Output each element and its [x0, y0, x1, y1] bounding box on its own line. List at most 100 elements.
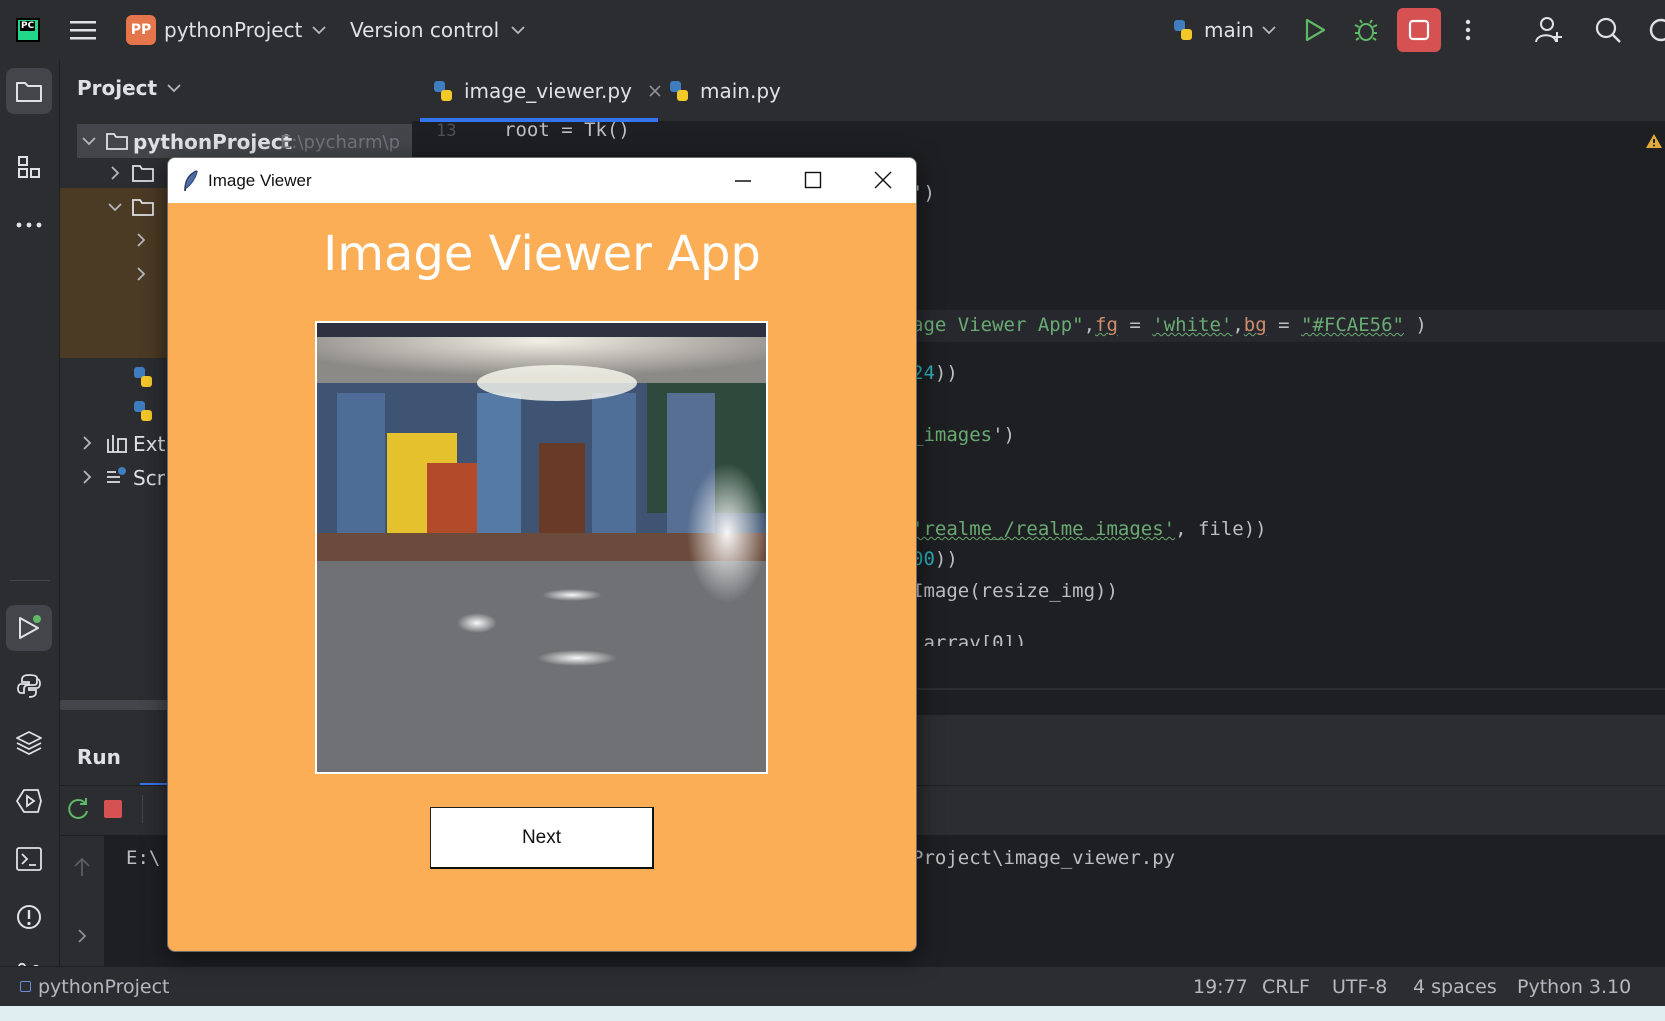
- project-name: pythonProject: [164, 18, 303, 42]
- horizontal-scrollbar[interactable]: [60, 700, 170, 710]
- terminal-icon: [16, 847, 42, 871]
- scratches-icon: [107, 467, 126, 483]
- chevron-right-icon[interactable]: [136, 233, 146, 247]
- code-line-last[interactable]: _array[0]): [912, 632, 1026, 646]
- code-line-font[interactable]: 24)): [912, 362, 958, 384]
- project-switcher[interactable]: PP pythonProject: [126, 0, 327, 60]
- chevron-right-icon[interactable]: [110, 166, 120, 180]
- services-button[interactable]: [6, 778, 52, 824]
- terminal-button[interactable]: [6, 836, 52, 882]
- stop-icon[interactable]: [103, 799, 123, 819]
- main-menu-icon[interactable]: [70, 0, 96, 60]
- more-actions-icon[interactable]: [1464, 0, 1472, 60]
- pycharm-logo[interactable]: PC: [16, 0, 40, 60]
- warning-circle-icon: [17, 905, 41, 929]
- pycharm-logo-text: PC: [20, 21, 36, 31]
- folder-icon: [132, 165, 154, 182]
- chevron-right-icon[interactable]: [136, 267, 146, 281]
- chevron-down-icon[interactable]: [108, 202, 122, 212]
- code-line-13[interactable]: root = Tk(): [504, 119, 630, 141]
- python-console-button[interactable]: [6, 663, 52, 709]
- status-project[interactable]: pythonProject: [38, 976, 169, 998]
- tree-external-libraries[interactable]: Ext: [133, 432, 165, 456]
- folder-icon: [106, 133, 128, 150]
- status-line-separator[interactable]: CRLF: [1262, 976, 1310, 998]
- layers-icon: [16, 731, 42, 756]
- python-console-icon: [17, 674, 41, 698]
- folder-icon: [16, 82, 42, 102]
- bug-icon: [1354, 19, 1378, 41]
- code-line-title[interactable]: age Viewer App",fg = 'white',bg = "#FCAE…: [912, 314, 1427, 336]
- version-control-label: Version control: [350, 18, 500, 42]
- python-icon: [1174, 20, 1192, 40]
- status-encoding[interactable]: UTF-8: [1332, 976, 1387, 998]
- status-interpreter[interactable]: Python 3.10: [1517, 976, 1631, 998]
- structure-icon: [18, 156, 40, 178]
- chevron-down-icon[interactable]: [82, 136, 96, 146]
- code-string: 'realme_/realme_images': [912, 518, 1176, 540]
- code-line-dir[interactable]: _images'): [912, 424, 1015, 446]
- minimize-icon[interactable]: [734, 172, 752, 190]
- code-param: bg: [1243, 314, 1267, 336]
- tree-root-path: E:\pycharm\p: [280, 132, 401, 153]
- structure-tool-button[interactable]: [6, 144, 52, 190]
- strip-divider: [10, 580, 50, 581]
- more-tools-icon[interactable]: [6, 202, 52, 248]
- chevron-down-icon: [1262, 26, 1276, 35]
- maximize-icon[interactable]: [804, 171, 822, 189]
- problems-button[interactable]: [6, 894, 52, 940]
- close-icon[interactable]: [874, 171, 892, 189]
- code-op: , file)): [1175, 518, 1267, 540]
- status-indent[interactable]: 4 spaces: [1413, 976, 1497, 998]
- tree-root-label: pythonProject: [133, 130, 293, 154]
- tab-image-viewer[interactable]: image_viewer.py: [420, 60, 674, 122]
- code-string: age Viewer App": [912, 314, 1084, 336]
- code-string: _images: [912, 424, 993, 446]
- console-output-left: E:\: [126, 847, 161, 869]
- settings-icon[interactable]: [1648, 0, 1665, 60]
- status-caret-position[interactable]: 19:77: [1193, 976, 1248, 998]
- run-button[interactable]: [1304, 0, 1326, 60]
- code-line-resize[interactable]: 00)): [912, 548, 958, 570]
- debug-button[interactable]: [1354, 0, 1378, 60]
- search-icon[interactable]: [1595, 0, 1621, 60]
- tab-label: main.py: [700, 79, 781, 103]
- chevron-right-icon[interactable]: [82, 470, 92, 484]
- tab-main[interactable]: main.py: [656, 60, 793, 122]
- run-panel-title[interactable]: Run: [77, 745, 121, 769]
- rerun-icon[interactable]: [66, 797, 90, 821]
- window-titlebar[interactable]: Image Viewer: [168, 158, 916, 203]
- status-bar: pythonProject 19:77 CRLF UTF-8 4 spaces …: [0, 966, 1665, 1006]
- tool-window-strip: [0, 60, 60, 988]
- python-file-icon: [434, 81, 452, 101]
- stop-button[interactable]: [1397, 0, 1441, 60]
- tab-label: image_viewer.py: [464, 79, 632, 103]
- project-panel-title: Project: [77, 76, 158, 100]
- module-icon: [20, 981, 31, 992]
- python-packages-button[interactable]: [6, 720, 52, 766]
- project-panel-header[interactable]: Project: [77, 76, 181, 100]
- next-button[interactable]: Next: [430, 807, 654, 869]
- library-icon: [107, 435, 127, 453]
- warning-icon[interactable]: [1645, 133, 1663, 149]
- version-control-menu[interactable]: Version control: [350, 0, 525, 60]
- chevron-right-icon[interactable]: [77, 929, 87, 943]
- tree-scratches[interactable]: Scr: [133, 466, 165, 490]
- add-user-icon[interactable]: [1535, 0, 1563, 60]
- taskbar-strip: [0, 1006, 1665, 1021]
- run-tool-button[interactable]: [6, 605, 52, 651]
- python-file-icon[interactable]: [132, 400, 154, 422]
- chevron-down-icon: [312, 26, 327, 35]
- toolbar-divider: [142, 795, 143, 823]
- project-tool-button[interactable]: [6, 68, 52, 114]
- code-op: '): [992, 424, 1015, 446]
- code-line-photo[interactable]: Image(resize_img)): [912, 580, 1118, 602]
- run-configuration-selector[interactable]: main: [1172, 0, 1276, 60]
- run-gutter: [60, 836, 104, 966]
- chevron-right-icon[interactable]: [82, 436, 92, 450]
- arrow-up-icon[interactable]: [73, 857, 91, 877]
- code-line-join[interactable]: 'realme_/realme_images', file)): [912, 518, 1267, 540]
- main-toolbar: PC PP pythonProject Version control main: [0, 0, 1665, 60]
- code-op: )): [934, 362, 958, 384]
- python-file-icon[interactable]: [132, 366, 154, 388]
